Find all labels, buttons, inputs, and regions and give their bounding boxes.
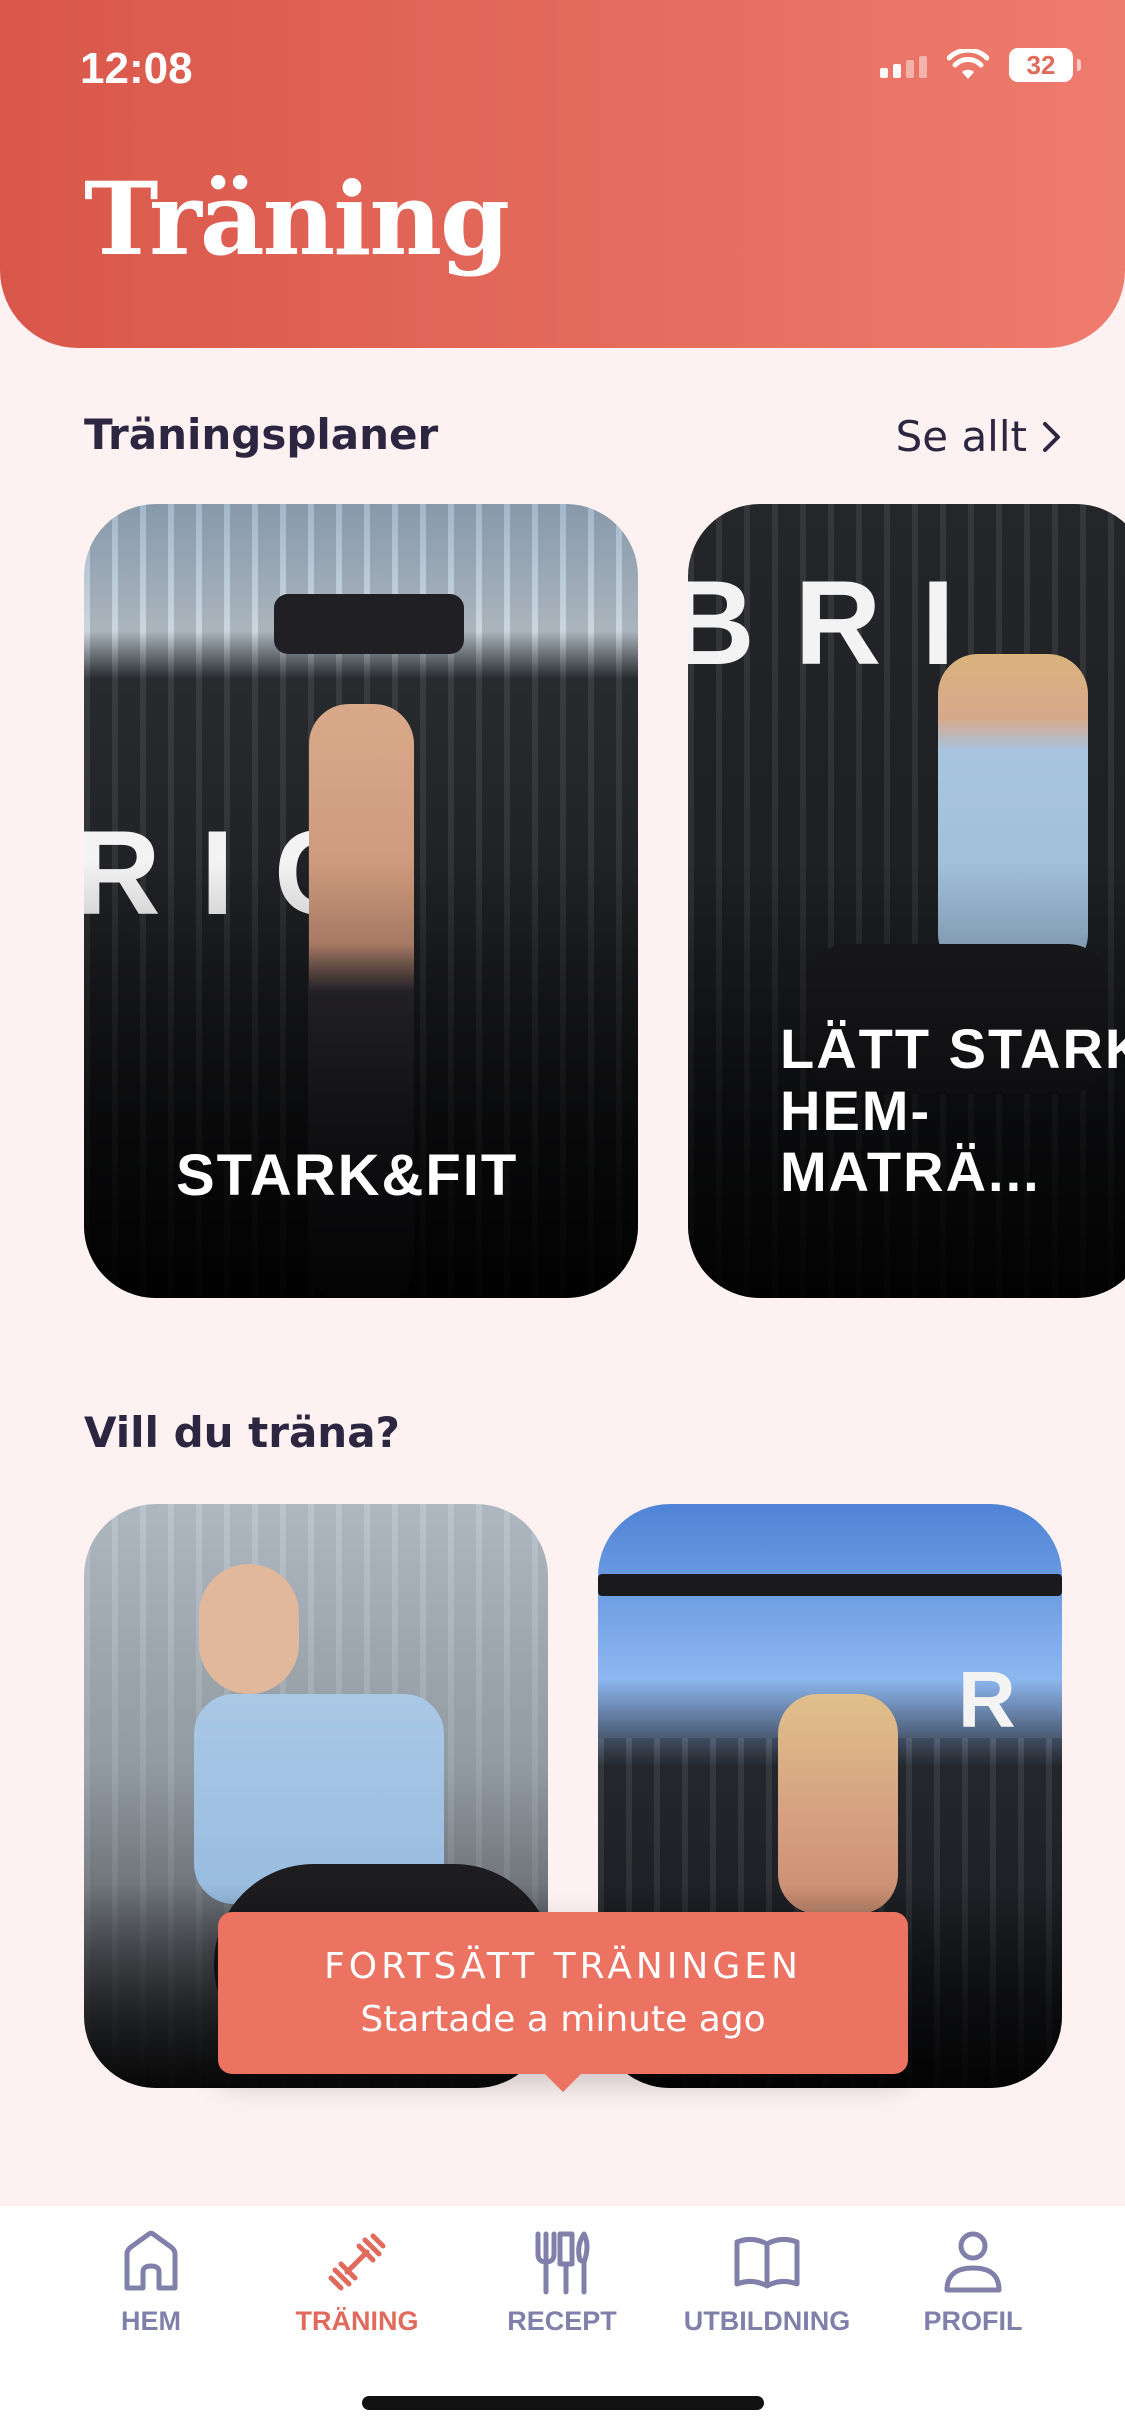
tab-label: TRÄNING — [295, 2306, 419, 2336]
see-all-label: Se allt — [895, 412, 1027, 461]
toast-subtitle: Startade a minute ago — [360, 1999, 766, 2040]
dumbbell-icon — [328, 2233, 386, 2291]
tab-label: UTBILDNING — [683, 2306, 851, 2336]
continue-training-toast[interactable]: FORTSÄTT TRÄNINGEN Startade a minute ago — [218, 1912, 908, 2074]
dumbbell-image — [274, 594, 464, 654]
tab-utbildning[interactable]: UTBILDNING — [667, 2226, 867, 2337]
athlete-image — [199, 1564, 299, 1694]
bar-image — [598, 1574, 1062, 1596]
toast-title: FORTSÄTT TRÄNINGEN — [324, 1946, 802, 1987]
chevron-right-icon — [1043, 421, 1060, 452]
plan-card-stark-fit[interactable]: RIC STARK&FIT — [84, 504, 638, 1298]
tab-label: HEM — [121, 2306, 181, 2336]
tab-hem[interactable]: HEM — [51, 2226, 251, 2337]
tab-label: PROFIL — [923, 2306, 1023, 2336]
tab-recept[interactable]: RECEPT — [462, 2226, 662, 2337]
status-time: 12:08 — [80, 44, 193, 93]
wifi-icon — [947, 49, 989, 79]
see-all-link[interactable]: Se allt — [896, 412, 1063, 461]
workout-section-title: Vill du träna? — [84, 1408, 400, 1457]
athlete-image — [778, 1694, 898, 1914]
battery-icon: 32 — [1009, 48, 1081, 82]
cutlery-icon — [535, 2231, 590, 2295]
person-icon — [944, 2231, 1002, 2293]
plan-card-label-line: MATRÄ... — [780, 1140, 1041, 1204]
plan-card-label-line: LÄTT STARK — [780, 1017, 1125, 1080]
tab-traning[interactable]: TRÄNING — [257, 2226, 457, 2337]
signal-icon — [880, 52, 927, 78]
plan-card-label: LÄTT STARK HEM- MATRÄ... — [780, 1018, 1125, 1203]
book-icon — [734, 2236, 800, 2289]
card-shade — [84, 861, 638, 1298]
plan-card-label: STARK&FIT — [176, 1143, 519, 1208]
wall-letters: R — [958, 1655, 1056, 1744]
status-icons: 32 — [880, 48, 1081, 82]
tab-profil[interactable]: PROFIL — [873, 2226, 1073, 2337]
tab-label: RECEPT — [507, 2306, 617, 2336]
home-icon — [124, 2230, 178, 2291]
header: 12:08 32 Träning — [0, 0, 1125, 348]
plans-section-title: Träningsplaner — [84, 410, 439, 459]
plan-card-label-line: HEM- — [780, 1078, 932, 1142]
home-indicator — [362, 2396, 764, 2410]
plan-card-latt-stark[interactable]: BRI LÄTT STARK HEM- MATRÄ... — [688, 504, 1125, 1298]
page-title: Träning — [84, 160, 510, 278]
